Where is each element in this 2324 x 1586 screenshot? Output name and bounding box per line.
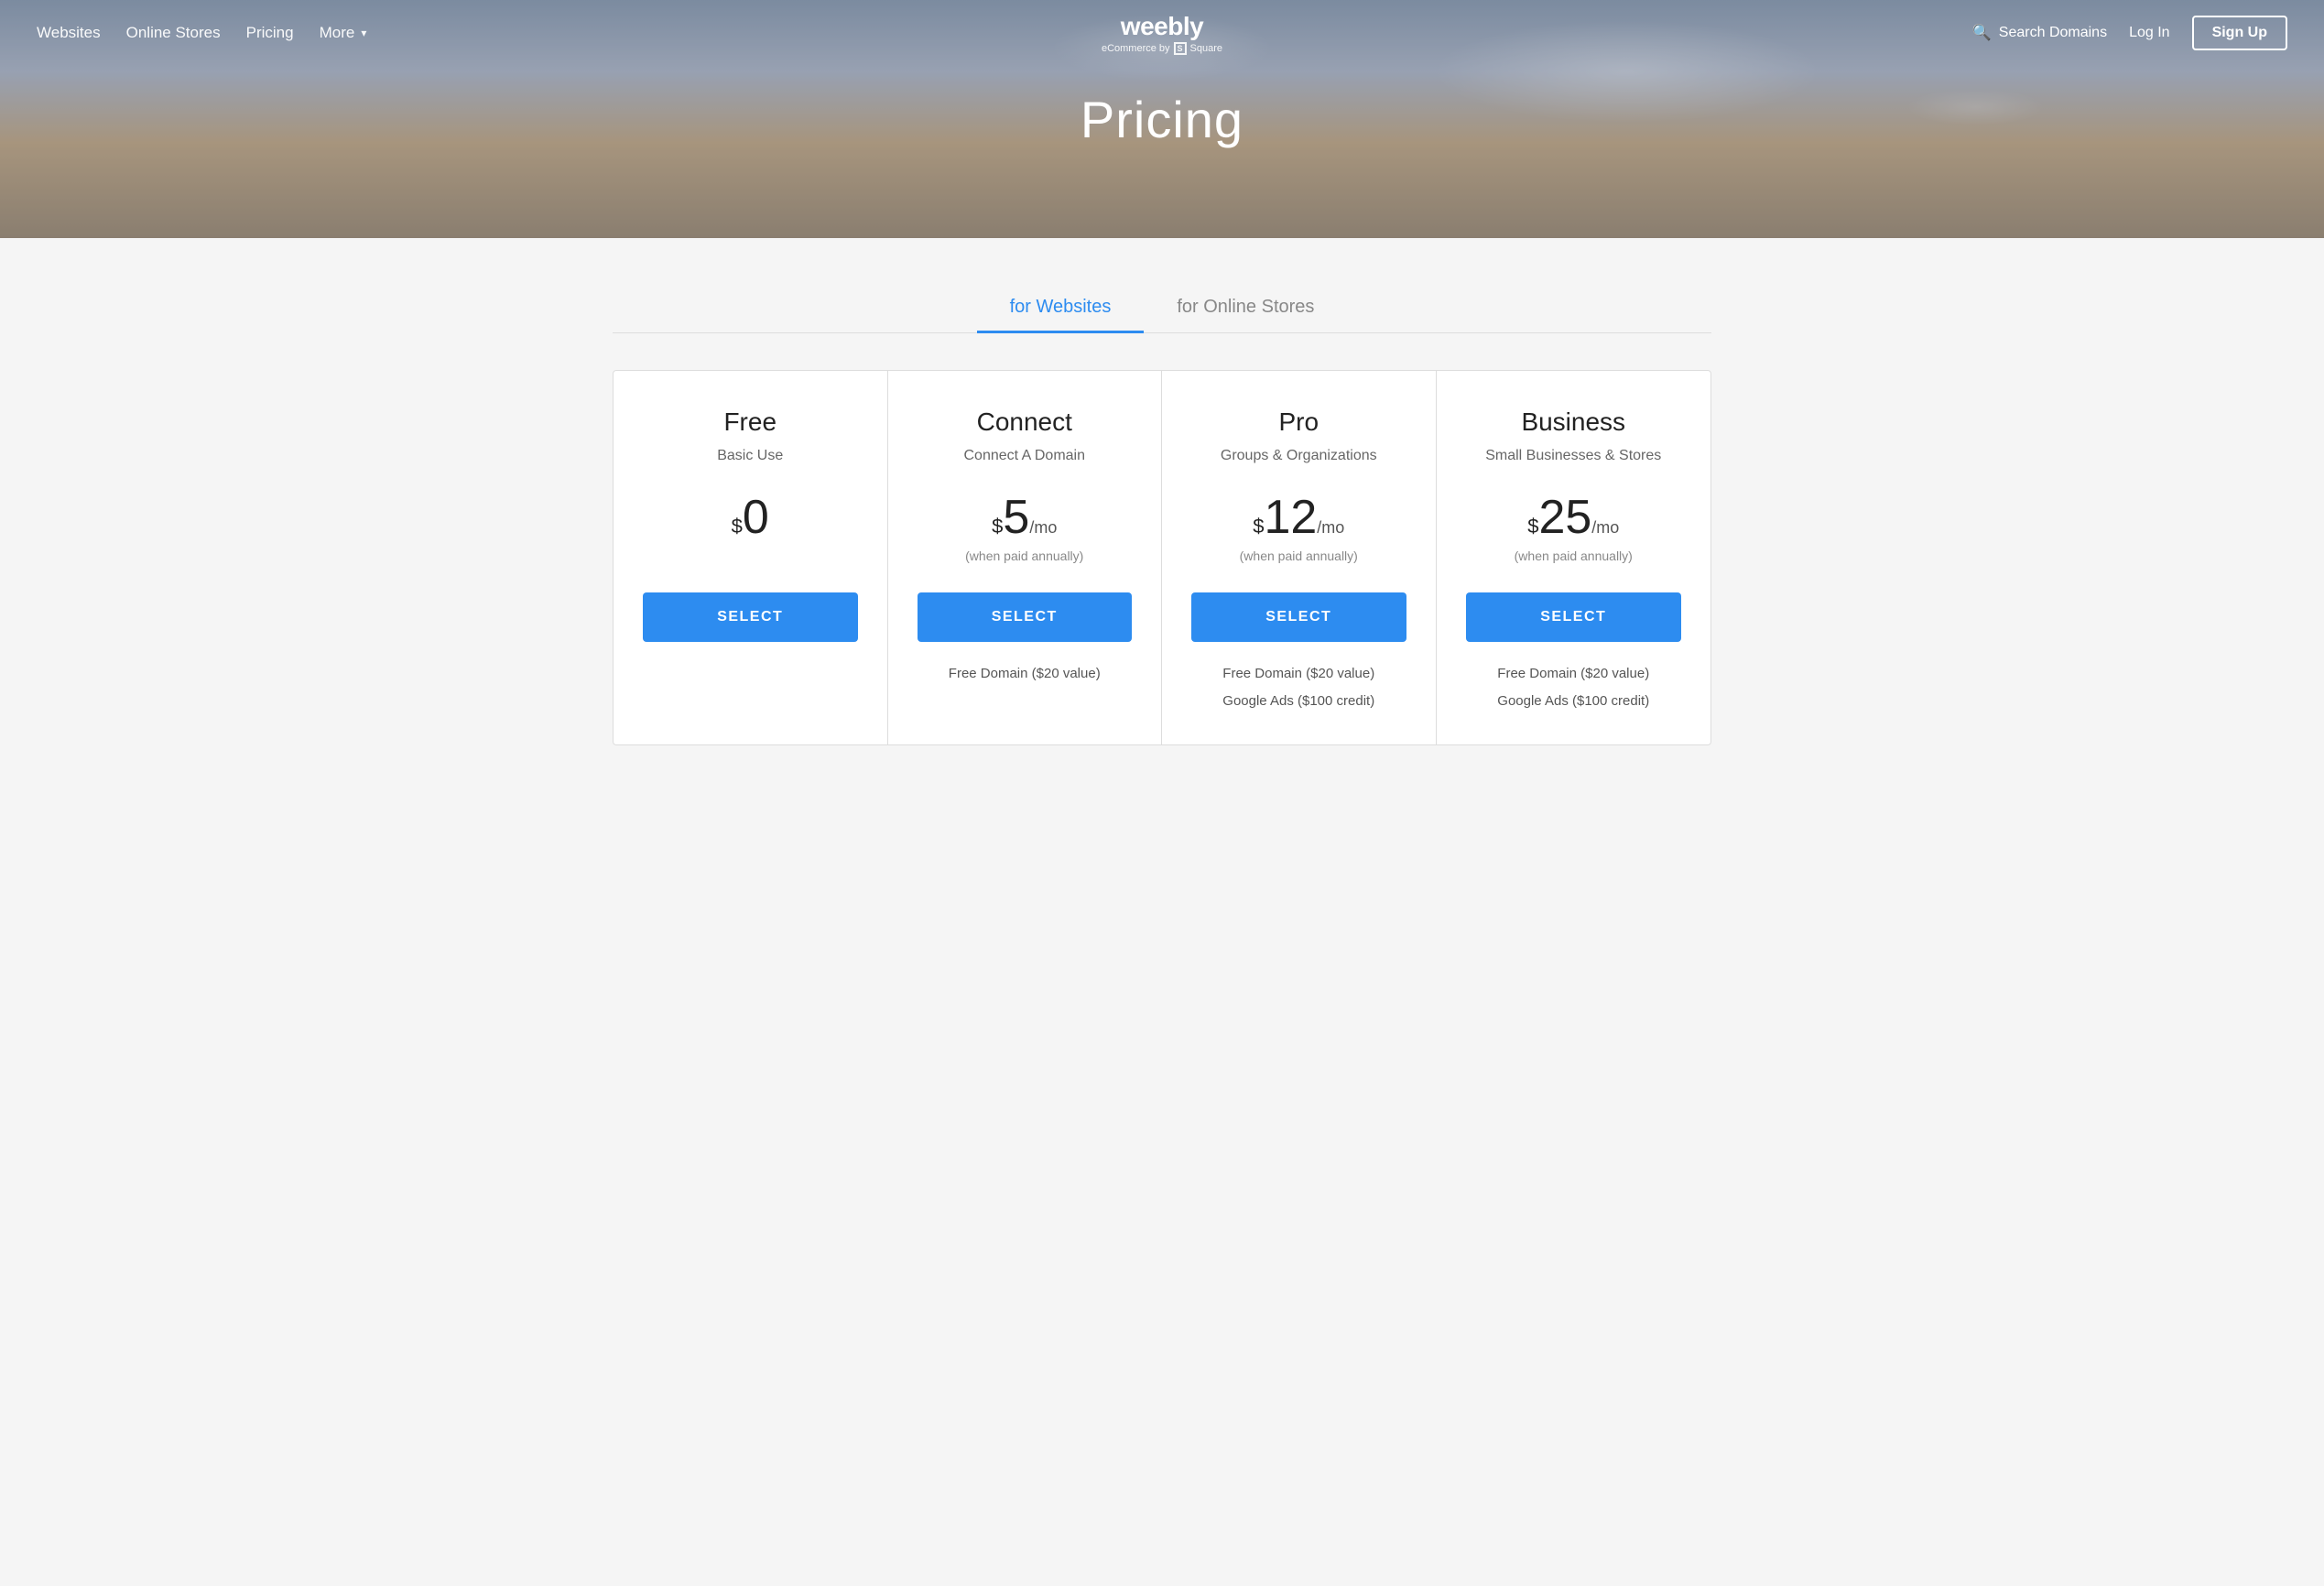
plan-connect-amount: 5: [1003, 494, 1029, 541]
plan-business-tagline: Small Businesses & Stores: [1485, 448, 1661, 464]
plan-connect-select[interactable]: SELECT: [918, 592, 1133, 642]
plan-free-dollar: $: [732, 515, 743, 538]
plan-connect-dollar: $: [992, 515, 1003, 538]
search-icon: 🔍: [1972, 24, 1992, 42]
plan-connect-annual: (when paid annually): [965, 549, 1083, 563]
plan-connect-feature-1: Free Domain ($20 value): [949, 660, 1101, 688]
plan-pro-feature-2: Google Ads ($100 credit): [1222, 688, 1374, 715]
plan-pro-name: Pro: [1278, 407, 1319, 437]
plan-pro-tagline: Groups & Organizations: [1221, 448, 1377, 464]
nav-link-more[interactable]: More ▾: [320, 24, 367, 42]
plan-free: Free Basic Use $ 0 SELECT: [614, 371, 888, 744]
plan-connect: Connect Connect A Domain $ 5 /mo (when p…: [888, 371, 1163, 744]
pricing-section: for Websites for Online Stores Free Basi…: [0, 238, 2324, 745]
plan-pro-amount: 12: [1264, 494, 1317, 541]
plan-pro-price: $ 12 /mo: [1253, 494, 1344, 541]
plan-business-amount: 25: [1538, 494, 1591, 541]
nav-links: Websites Online Stores Pricing More ▾: [37, 24, 366, 42]
plan-business-annual: (when paid annually): [1515, 549, 1633, 563]
logo-name: weebly: [1102, 12, 1222, 41]
plans-grid: Free Basic Use $ 0 SELECT Connect Connec…: [613, 370, 1711, 745]
plan-business-price: $ 25 /mo: [1527, 494, 1619, 541]
plan-free-annual: [748, 549, 752, 563]
plan-pro-feature-1: Free Domain ($20 value): [1222, 660, 1374, 688]
square-icon: S: [1174, 42, 1187, 55]
plan-connect-name: Connect: [977, 407, 1072, 437]
logo[interactable]: weebly eCommerce by S Square: [1102, 12, 1222, 55]
signup-button[interactable]: Sign Up: [2192, 16, 2287, 50]
plan-pro-dollar: $: [1253, 515, 1264, 538]
hero-title: Pricing: [1081, 90, 1243, 149]
plan-free-name: Free: [723, 407, 776, 437]
plan-pro-select[interactable]: SELECT: [1191, 592, 1406, 642]
tab-for-websites[interactable]: for Websites: [977, 284, 1145, 333]
search-domains-button[interactable]: 🔍 Search Domains: [1972, 24, 2107, 42]
plan-free-tagline: Basic Use: [717, 448, 783, 464]
navigation: Websites Online Stores Pricing More ▾ we…: [0, 0, 2324, 66]
plan-business: Business Small Businesses & Stores $ 25 …: [1437, 371, 1711, 744]
plan-business-period: /mo: [1591, 518, 1619, 538]
nav-link-websites[interactable]: Websites: [37, 24, 101, 42]
plan-free-amount: 0: [743, 494, 769, 541]
nav-actions: 🔍 Search Domains Log In Sign Up: [1972, 16, 2287, 50]
plan-business-name: Business: [1521, 407, 1625, 437]
plan-business-feature-2: Google Ads ($100 credit): [1497, 688, 1649, 715]
plan-pro: Pro Groups & Organizations $ 12 /mo (whe…: [1162, 371, 1437, 744]
chevron-down-icon: ▾: [361, 27, 366, 39]
plan-pro-period: /mo: [1317, 518, 1344, 538]
login-link[interactable]: Log In: [2129, 25, 2169, 41]
plan-connect-price: $ 5 /mo: [992, 494, 1057, 541]
plan-business-feature-1: Free Domain ($20 value): [1497, 660, 1649, 688]
logo-sub: eCommerce by S Square: [1102, 42, 1222, 55]
tab-for-online-stores[interactable]: for Online Stores: [1144, 284, 1347, 333]
plan-free-price: $ 0: [732, 494, 769, 541]
plan-connect-period: /mo: [1029, 518, 1057, 538]
plan-connect-tagline: Connect A Domain: [963, 448, 1085, 464]
plan-business-select[interactable]: SELECT: [1466, 592, 1682, 642]
nav-link-online-stores[interactable]: Online Stores: [126, 24, 221, 42]
plan-pro-annual: (when paid annually): [1240, 549, 1358, 563]
nav-link-pricing[interactable]: Pricing: [246, 24, 294, 42]
pricing-tabs: for Websites for Online Stores: [613, 284, 1711, 333]
plan-business-dollar: $: [1527, 515, 1538, 538]
plan-free-select[interactable]: SELECT: [643, 592, 858, 642]
